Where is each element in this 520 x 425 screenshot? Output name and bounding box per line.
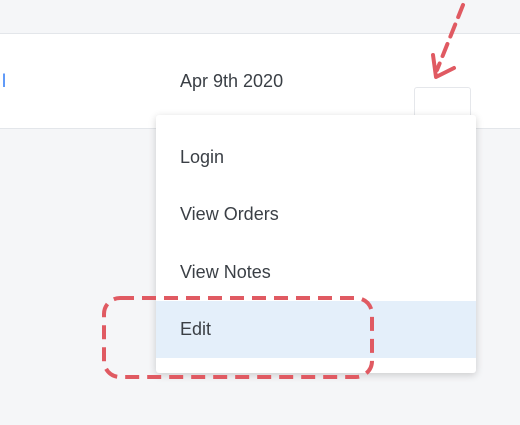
menu-item-view-notes[interactable]: View Notes <box>156 244 476 301</box>
date-cell: Apr 9th 2020 <box>180 71 284 91</box>
menu-item-edit[interactable]: Edit <box>156 301 476 358</box>
menu-item-login[interactable]: Login <box>156 129 476 186</box>
row-link-fragment[interactable]: l <box>2 71 6 92</box>
menu-item-label: Login <box>180 147 225 167</box>
menu-item-label: View Orders <box>180 204 279 224</box>
menu-item-label: View Notes <box>180 262 271 282</box>
menu-item-view-orders[interactable]: View Orders <box>156 186 476 243</box>
menu-item-label: Edit <box>180 319 212 339</box>
actions-dropdown-menu: Login View Orders View Notes Edit <box>156 115 476 373</box>
